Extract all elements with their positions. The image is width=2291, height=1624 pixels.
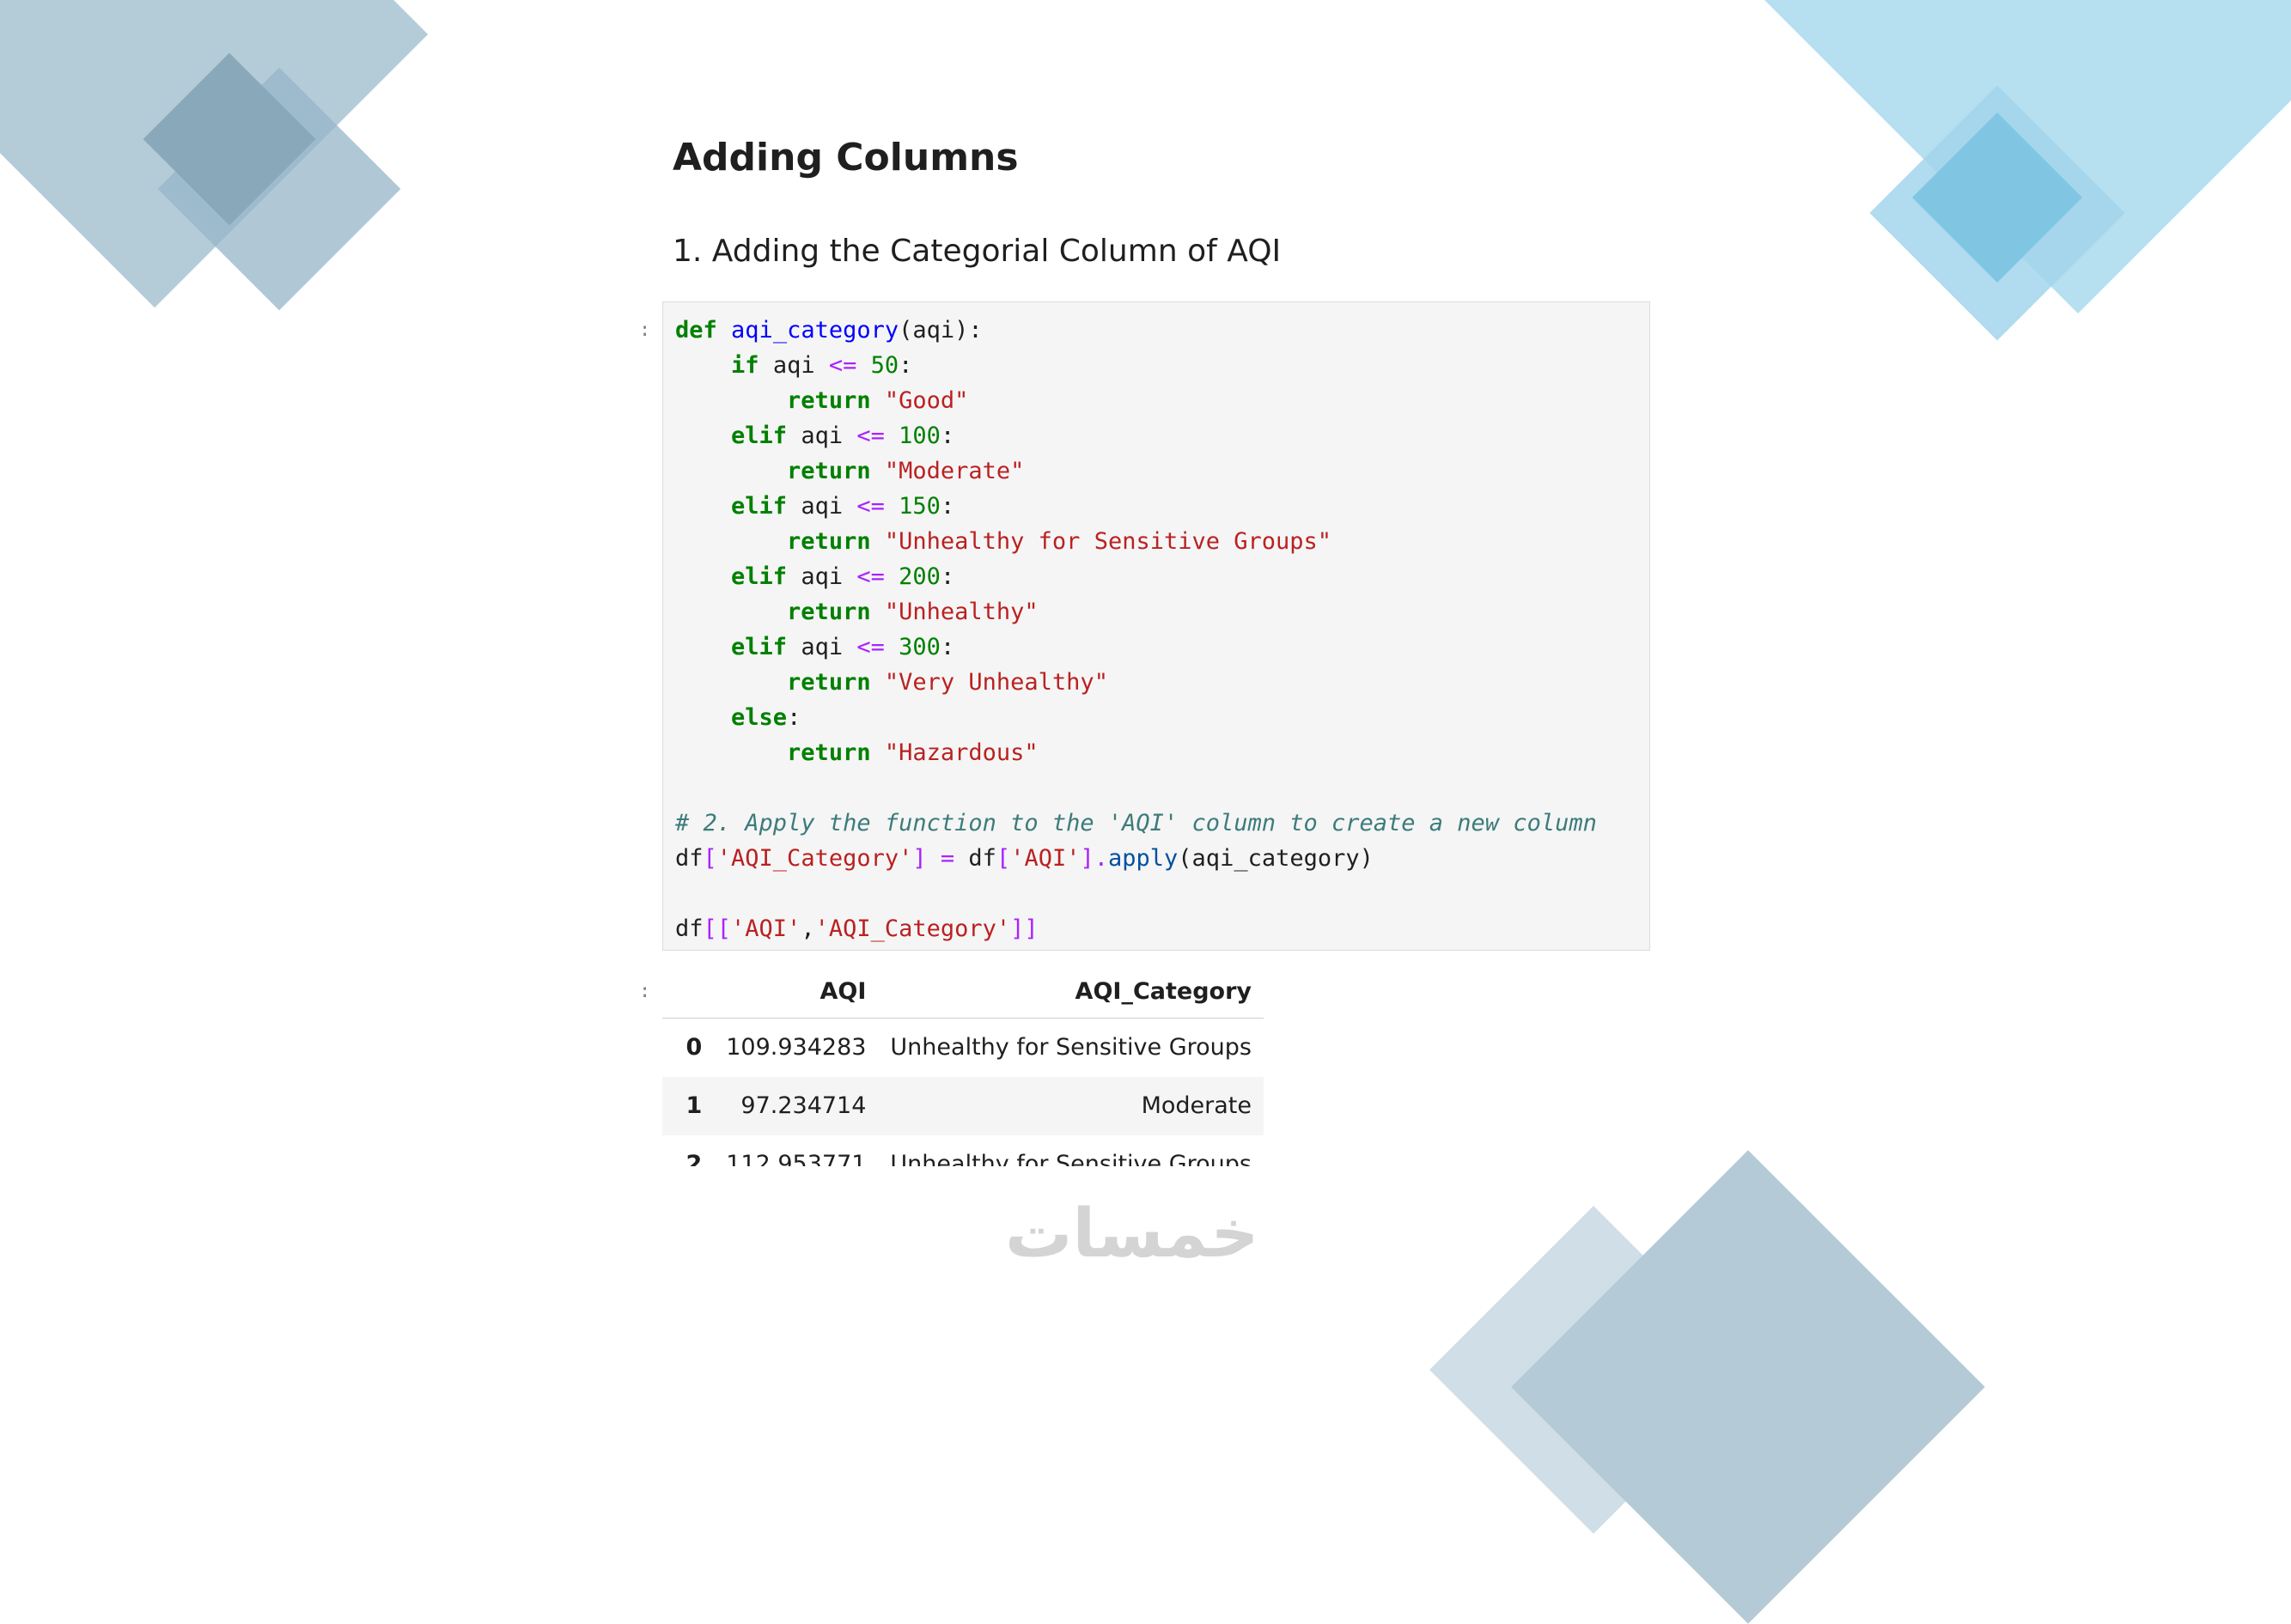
code-keyword: if (731, 352, 759, 379)
code-operator: <= (856, 563, 885, 590)
cell-aqi: 109.934283 (726, 1034, 867, 1061)
cell-category: Moderate (1141, 1092, 1252, 1119)
code-comma: , (801, 915, 815, 942)
code-comment: # 2. Apply the function to the 'AQI' col… (675, 810, 1597, 836)
code-keyword: return (787, 669, 871, 696)
code-string: 'AQI_Category' (814, 915, 1011, 942)
code-colon: : (940, 493, 955, 520)
code-var: aqi (772, 352, 815, 379)
code-keyword: return (787, 387, 871, 414)
code-string: 'AQI' (1010, 845, 1081, 872)
code-string: "Hazardous" (884, 739, 1039, 766)
code-number: 150 (899, 493, 941, 520)
code-method: apply (1108, 845, 1179, 872)
code-operator: <= (828, 352, 857, 379)
code-dot: . (1094, 845, 1109, 872)
code-var: df (675, 845, 704, 872)
code-var: df (968, 845, 996, 872)
code-keyword: return (787, 458, 871, 484)
code-colon: : (787, 704, 801, 731)
code-number: 300 (899, 634, 941, 660)
code-operator: = (940, 845, 955, 872)
code-number: 50 (870, 352, 899, 379)
code-string: "Unhealthy" (884, 599, 1039, 625)
code-var: df (675, 915, 704, 942)
code-function-name: aqi_category (731, 317, 899, 344)
code-number: 200 (899, 563, 941, 590)
section-title: 1. Adding the Categorial Column of AQI (673, 234, 1282, 269)
code-string: 'AQI_Category' (716, 845, 913, 872)
code-keyword: elif (731, 493, 788, 520)
code-keyword: else (731, 704, 788, 731)
code-keyword: elif (731, 634, 788, 660)
code-operator: <= (856, 423, 885, 449)
table-row: 0 109.934283 Unhealthy for Sensitive Gro… (662, 1019, 1264, 1077)
code-keyword: elif (731, 563, 788, 590)
code-bracket: [[ (703, 915, 732, 942)
code-bracket: ]] (1010, 915, 1039, 942)
code-number: 100 (899, 423, 941, 449)
code-operator: <= (856, 493, 885, 520)
code-bracket: [ (703, 845, 717, 872)
input-prompt: : (639, 319, 651, 341)
cell-category: Unhealthy for Sensitive Groups (890, 1034, 1252, 1061)
code-colon: : (940, 634, 955, 660)
table-header-aqi: AQI (714, 964, 879, 1019)
output-area: AQI AQI_Category 0 109.934283 Unhealthy … (662, 964, 1264, 1166)
code-args: (aqi_category) (1178, 845, 1374, 872)
code-bracket: ] (1080, 845, 1094, 872)
page-title: Adding Columns (673, 136, 1019, 179)
code-operator: <= (856, 634, 885, 660)
code-bracket: ] (912, 845, 927, 872)
code-string: "Unhealthy for Sensitive Groups" (884, 528, 1332, 555)
row-index: 1 (685, 1092, 703, 1119)
code-var: aqi (801, 563, 844, 590)
code-keyword: return (787, 528, 871, 555)
code-string: "Good" (884, 387, 969, 414)
code-keyword: return (787, 739, 871, 766)
row-index: 2 (685, 1151, 703, 1166)
table-header-category: AQI_Category (878, 964, 1264, 1019)
code-string: "Moderate" (884, 458, 1025, 484)
code-colon: : (899, 352, 913, 379)
code-args: (aqi): (899, 317, 983, 344)
table-header-row: AQI AQI_Category (662, 964, 1264, 1019)
code-var: aqi (801, 423, 844, 449)
code-var: aqi (801, 493, 844, 520)
row-index: 0 (685, 1034, 703, 1061)
code-keyword: return (787, 599, 871, 625)
code-editor[interactable]: def aqi_category(aqi): if aqi <= 50: ret… (675, 313, 1597, 946)
cell-aqi: 97.234714 (740, 1092, 867, 1119)
cell-category: Unhealthy for Sensitive Groups (890, 1151, 1252, 1166)
code-string: 'AQI' (731, 915, 801, 942)
table-row: 2 112.953771 Unhealthy for Sensitive Gro… (662, 1135, 1264, 1166)
code-var: aqi (801, 634, 844, 660)
code-colon: : (940, 423, 955, 449)
code-bracket: [ (996, 845, 1011, 872)
cell-aqi: 112.953771 (726, 1151, 867, 1166)
code-cell[interactable]: def aqi_category(aqi): if aqi <= 50: ret… (662, 301, 1650, 951)
table-row: 1 97.234714 Moderate (662, 1076, 1264, 1135)
output-prompt: : (639, 981, 651, 1002)
table-header-index (662, 964, 715, 1019)
code-string: "Very Unhealthy" (884, 669, 1108, 696)
code-colon: : (940, 563, 955, 590)
watermark-logo: خمسات (1005, 1195, 1259, 1273)
dataframe-table: AQI AQI_Category 0 109.934283 Unhealthy … (662, 964, 1264, 1166)
code-keyword: def (675, 317, 717, 344)
code-keyword: elif (731, 423, 788, 449)
